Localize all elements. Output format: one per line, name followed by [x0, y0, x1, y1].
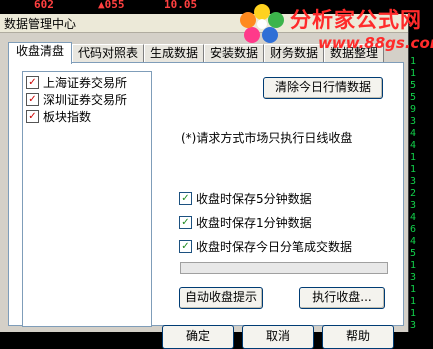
background-quote-value: 2	[410, 188, 417, 199]
logo-name: 分析家公式网	[290, 8, 422, 32]
progress-bar	[180, 262, 388, 274]
logo-flower-icon	[240, 4, 284, 43]
market-label: 上海证券交易所	[43, 76, 128, 90]
background-quote-value: 1	[410, 308, 417, 319]
background-quote-value: 1	[410, 260, 417, 271]
tab-close-market[interactable]: 收盘清盘	[8, 42, 72, 64]
background-quote-value: 5	[410, 248, 417, 259]
background-quote-value: 1	[410, 56, 417, 67]
dialog-title: 数据管理中心	[4, 17, 77, 31]
tab-generate-data[interactable]: 生成数据	[144, 44, 204, 62]
background-quote-value: 1	[410, 164, 417, 175]
list-item[interactable]: ✓ 上海证券交易所	[26, 75, 127, 92]
market-list[interactable]: ✓ 上海证券交易所 ✓ 深圳证券交易所 ✓ 板块指数	[22, 71, 152, 327]
background-quote-value: 3	[410, 320, 417, 331]
market-label: 板块指数	[43, 110, 92, 124]
background-quote-value: 5	[410, 92, 417, 103]
cancel-button[interactable]: 取消	[242, 325, 314, 349]
background-quote-value: 3	[410, 116, 417, 127]
logo-url: www.88gs.com	[318, 34, 433, 52]
background-quote-value: 5	[410, 80, 417, 91]
check-icon[interactable]: ✓	[26, 76, 39, 89]
background-quote-value: 1	[410, 296, 417, 307]
list-item[interactable]: ✓ 板块指数	[26, 109, 91, 126]
ok-button[interactable]: 确定	[162, 325, 234, 349]
ticker-value: ▲055	[98, 0, 125, 11]
background-quote-value: 4	[410, 128, 417, 139]
check-icon[interactable]: ✓	[26, 93, 39, 106]
check-icon[interactable]: ✓	[179, 192, 192, 205]
hint-text: (*)请求方式市场只执行日线收盘	[181, 131, 353, 145]
tab-panel: ✓ 上海证券交易所 ✓ 深圳证券交易所 ✓ 板块指数 清除今日行情数据 (*)请求方式…	[8, 62, 404, 327]
ticker-value: 10.05	[164, 0, 198, 11]
background-quote-value: 6	[410, 224, 417, 235]
background-quote-value: 4	[410, 236, 417, 247]
tab-finance-data[interactable]: 财务数据	[264, 44, 324, 62]
background-quote-value: 3	[410, 176, 417, 187]
background-quote-value: 1	[410, 284, 417, 295]
check-icon[interactable]: ✓	[179, 216, 192, 229]
background-quote-value: 1	[410, 152, 417, 163]
ticker-value: 602	[34, 0, 54, 11]
background-quote-value: 9	[410, 104, 417, 115]
list-item[interactable]: ✓ 深圳证券交易所	[26, 92, 127, 109]
save-5min-option[interactable]: ✓ 收盘时保存5分钟数据	[179, 190, 312, 207]
check-icon[interactable]: ✓	[179, 240, 192, 253]
save-ticks-option[interactable]: ✓ 收盘时保存今日分笔成交数据	[179, 238, 352, 255]
option-label: 收盘时保存今日分笔成交数据	[196, 240, 353, 254]
data-management-dialog: 数据管理中心 收盘清盘 代码对照表 生成数据 安装数据 财务数据 数据整理 ✓ 上…	[0, 14, 409, 349]
option-label: 收盘时保存1分钟数据	[196, 216, 312, 230]
background-quote-value: 1	[410, 68, 417, 79]
background-quote-value: 4	[410, 140, 417, 151]
help-button[interactable]: 帮助	[322, 325, 394, 349]
market-label: 深圳证券交易所	[43, 93, 128, 107]
tab-code-table[interactable]: 代码对照表	[72, 44, 144, 62]
save-1min-option[interactable]: ✓ 收盘时保存1分钟数据	[179, 214, 312, 231]
auto-close-reminder-button[interactable]: 自动收盘提示	[179, 287, 263, 309]
background-quote-value: 4	[410, 212, 417, 223]
tab-install-data[interactable]: 安装数据	[204, 44, 264, 62]
option-label: 收盘时保存5分钟数据	[196, 192, 312, 206]
run-close-button[interactable]: 执行收盘...	[299, 287, 385, 309]
background-quote-value: 3	[410, 200, 417, 211]
check-icon[interactable]: ✓	[26, 110, 39, 123]
clear-today-data-button[interactable]: 清除今日行情数据	[263, 77, 383, 99]
background-quote-value: 3	[410, 272, 417, 283]
